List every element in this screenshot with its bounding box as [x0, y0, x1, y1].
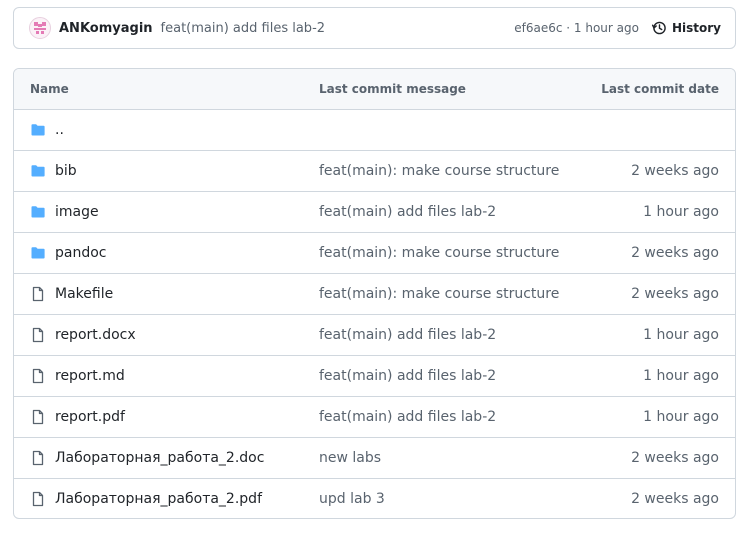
file-name-cell: report.pdf — [30, 397, 125, 437]
file-icon — [30, 491, 46, 507]
commit-message-cell[interactable]: feat(main) add files lab-2 — [319, 356, 496, 396]
history-label: History — [671, 21, 721, 35]
file-icon — [30, 450, 46, 466]
file-link[interactable]: Makefile — [55, 286, 113, 302]
file-name-cell: Лабораторная_работа_2.pdf — [30, 479, 262, 518]
commit-message-cell[interactable]: feat(main): make course structure — [319, 151, 559, 191]
folder-icon — [30, 163, 46, 179]
latest-commit-bar: ANKomyagin feat(main) add files lab-2 ef… — [13, 7, 736, 49]
folder-link[interactable]: image — [55, 204, 99, 220]
commit-sha-time[interactable]: ef6ae6c · 1 hour ago — [514, 21, 639, 35]
commit-date-cell: 1 hour ago — [643, 204, 719, 220]
commit-date-cell: 2 weeks ago — [631, 286, 719, 302]
file-link[interactable]: Лабораторная_работа_2.doc — [55, 450, 264, 466]
author-avatar[interactable] — [29, 17, 51, 39]
commit-date-cell: 2 weeks ago — [631, 491, 719, 507]
commit-message-cell[interactable]: feat(main) add files lab-2 — [319, 315, 496, 355]
commit-date-cell: 2 weeks ago — [631, 163, 719, 179]
commit-message-cell[interactable]: upd lab 3 — [319, 479, 385, 518]
file-icon — [30, 368, 46, 384]
column-header-name: Name — [30, 82, 69, 96]
table-row[interactable]: report.docx feat(main) add files lab-2 1 h… — [14, 315, 735, 356]
commit-author-link[interactable]: ANKomyagin — [59, 21, 153, 36]
file-name-cell: pandoc — [30, 233, 107, 273]
table-row[interactable]: Makefile feat(main): make course structur… — [14, 274, 735, 315]
column-header-date: Last commit date — [601, 82, 719, 96]
parent-directory-row[interactable]: .. — [14, 110, 735, 151]
file-name-cell: bib — [30, 151, 77, 191]
commit-date-cell: 1 hour ago — [643, 409, 719, 425]
file-name-cell: image — [30, 192, 99, 232]
file-link[interactable]: report.pdf — [55, 409, 125, 425]
file-name-cell: Лабораторная_работа_2.doc — [30, 438, 264, 478]
commit-message-cell[interactable]: new labs — [319, 438, 381, 478]
identicon-avatar-icon — [34, 22, 46, 34]
file-icon — [30, 409, 46, 425]
file-name-cell: report.docx — [30, 315, 136, 355]
history-icon — [651, 21, 666, 35]
commit-message-cell[interactable]: feat(main): make course structure — [319, 233, 559, 273]
file-table: Name Last commit message Last commit dat… — [13, 68, 736, 519]
table-row[interactable]: Лабораторная_работа_2.pdf upd lab 3 2 week… — [14, 479, 735, 518]
folder-icon — [30, 245, 46, 261]
file-icon — [30, 286, 46, 302]
table-body: .. bib feat(main): make course structure 2 … — [14, 110, 735, 518]
table-row[interactable]: report.md feat(main) add files lab-2 1 hou… — [14, 356, 735, 397]
history-button[interactable]: History — [651, 20, 721, 36]
folder-link[interactable]: bib — [55, 163, 77, 179]
table-header: Name Last commit message Last commit dat… — [14, 69, 735, 110]
commit-message-cell[interactable]: feat(main) add files lab-2 — [319, 397, 496, 437]
file-name-cell: report.md — [30, 356, 125, 396]
commit-message-link[interactable]: feat(main) add files lab-2 — [161, 21, 326, 36]
file-link[interactable]: report.docx — [55, 327, 136, 343]
commit-message-cell[interactable]: feat(main): make course structure — [319, 274, 559, 314]
commit-message-cell[interactable]: feat(main) add files lab-2 — [319, 192, 496, 232]
parent-directory-link[interactable]: .. — [55, 122, 64, 138]
file-link[interactable]: Лабораторная_работа_2.pdf — [55, 491, 262, 507]
table-row[interactable]: bib feat(main): make course structure 2 we… — [14, 151, 735, 192]
folder-link[interactable]: pandoc — [55, 245, 107, 261]
folder-icon — [30, 122, 46, 138]
file-name-cell: Makefile — [30, 274, 113, 314]
commit-date-cell: 1 hour ago — [643, 368, 719, 384]
column-header-message: Last commit message — [319, 82, 466, 96]
table-row[interactable]: image feat(main) add files lab-2 1 hour ag… — [14, 192, 735, 233]
folder-icon — [30, 204, 46, 220]
file-name-cell: .. — [30, 110, 64, 150]
file-link[interactable]: report.md — [55, 368, 125, 384]
commit-date-cell: 2 weeks ago — [631, 245, 719, 261]
table-row[interactable]: report.pdf feat(main) add files lab-2 1 ho… — [14, 397, 735, 438]
table-row[interactable]: pandoc feat(main): make course structure 2… — [14, 233, 735, 274]
table-row[interactable]: Лабораторная_работа_2.doc new labs 2 weeks… — [14, 438, 735, 479]
commit-date-cell: 1 hour ago — [643, 327, 719, 343]
file-icon — [30, 327, 46, 343]
commit-date-cell: 2 weeks ago — [631, 450, 719, 466]
